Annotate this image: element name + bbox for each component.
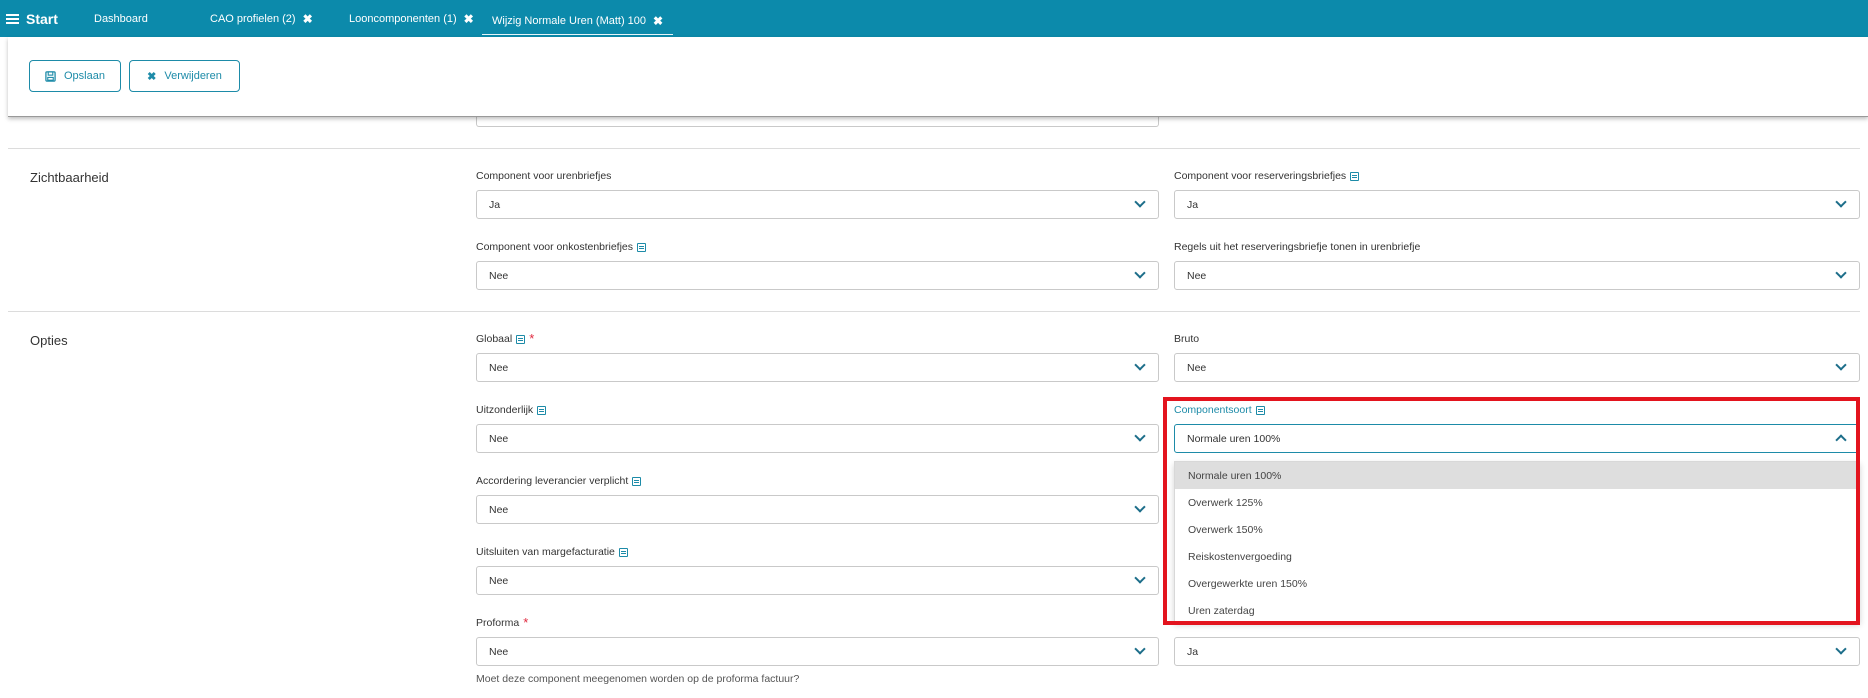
chevron-up-icon xyxy=(1835,434,1847,446)
chevron-down-icon xyxy=(1835,643,1847,655)
save-icon xyxy=(45,70,56,82)
select-value: Ja xyxy=(489,198,501,211)
select-value: Nee xyxy=(489,269,509,282)
select-value: Nee xyxy=(489,361,509,374)
dropdown-option[interactable]: Reiskostenvergoeding xyxy=(1175,543,1859,570)
dropdown-option[interactable]: Normale uren 100% xyxy=(1175,462,1859,489)
chevron-down-icon xyxy=(1134,267,1146,279)
start-label: Start xyxy=(26,10,58,27)
select-value: Nee xyxy=(489,574,509,587)
dropdown-option[interactable]: Overwerk 150% xyxy=(1175,516,1859,543)
select-value: Nee xyxy=(489,645,509,658)
top-navigation-bar: Start Dashboard CAO profielen (2) ✖ Loon… xyxy=(0,0,1868,37)
label-component-onkostenbriefjes: Component voor onkostenbriefjes xyxy=(476,241,647,253)
section-divider xyxy=(8,148,1860,149)
book-icon[interactable] xyxy=(537,405,547,415)
select-value: Ja xyxy=(1187,645,1199,658)
dropdown-option[interactable]: Overgewerkte uren 150% xyxy=(1175,570,1859,597)
tab-label: Wijzig Normale Uren (Matt) 100 xyxy=(492,14,647,27)
select-value: Ja xyxy=(1187,198,1199,211)
save-button[interactable]: Opslaan xyxy=(29,60,121,92)
label-uitsluiten-margefacturatie: Uitsluiten van margefacturatie xyxy=(476,546,628,558)
book-icon[interactable] xyxy=(1350,171,1360,181)
book-icon[interactable] xyxy=(1255,405,1265,415)
label-component-reserveringsbriefjes: Component voor reserveringsbriefjes xyxy=(1174,170,1360,182)
select-value: Normale uren 100% xyxy=(1187,432,1281,445)
tab-dashboard[interactable]: Dashboard xyxy=(82,0,198,37)
label-proforma: Proforma * xyxy=(476,615,529,630)
tab-cao-profielen[interactable]: CAO profielen (2) ✖ xyxy=(198,0,337,37)
chevron-down-icon xyxy=(1134,430,1146,442)
select-value: Nee xyxy=(1187,269,1207,282)
select-bruto[interactable]: Nee xyxy=(1174,353,1860,382)
label-regels-tonen: Regels uit het reserveringsbriefje tonen… xyxy=(1174,241,1421,253)
proforma-help-text: Moet deze component meegenomen worden op… xyxy=(476,673,800,685)
select-component-urenbriefjes[interactable]: Ja xyxy=(476,190,1159,219)
select-value: Nee xyxy=(489,503,509,516)
chevron-down-icon xyxy=(1134,196,1146,208)
book-icon[interactable] xyxy=(618,547,628,557)
label-accordering-leverancier: Accordering leverancier verplicht xyxy=(476,475,642,487)
start-menu-button[interactable]: Start xyxy=(0,0,82,37)
chevron-down-icon xyxy=(1134,643,1146,655)
chevron-down-icon xyxy=(1835,267,1847,279)
tab-label: Dashboard xyxy=(94,12,148,25)
section-title-zichtbaarheid: Zichtbaarheid xyxy=(30,170,109,185)
select-value: Nee xyxy=(489,432,509,445)
section-title-opties: Opties xyxy=(30,333,68,348)
dropdown-option[interactable]: Uren zaterdag xyxy=(1175,597,1859,621)
book-icon[interactable] xyxy=(632,476,642,486)
label-globaal: Globaal * xyxy=(476,331,535,346)
select-accordering-leverancier[interactable]: Nee xyxy=(476,495,1159,524)
chevron-down-icon xyxy=(1134,501,1146,513)
action-toolbar: Opslaan ✖ Verwijderen xyxy=(8,37,1868,117)
tab-wijzig-normale-uren[interactable]: Wijzig Normale Uren (Matt) 100 ✖ xyxy=(482,0,674,37)
select-proforma[interactable]: Nee xyxy=(476,637,1159,666)
select-componentsoort[interactable]: Normale uren 100% xyxy=(1174,424,1860,453)
select-component-reserveringsbriefjes[interactable]: Ja xyxy=(1174,190,1860,219)
select-uitsluiten-margefacturatie[interactable]: Nee xyxy=(476,566,1159,595)
close-icon[interactable]: ✖ xyxy=(464,12,474,26)
label-componentsoort: Componentsoort xyxy=(1174,404,1265,416)
tab-looncomponenten[interactable]: Looncomponenten (1) ✖ xyxy=(337,0,482,37)
required-asterisk: * xyxy=(523,615,529,630)
select-value: Nee xyxy=(1187,361,1207,374)
section-divider xyxy=(8,311,1860,312)
book-icon[interactable] xyxy=(637,242,647,252)
componentsoort-dropdown-list: Normale uren 100% Overwerk 125% Overwerk… xyxy=(1174,461,1860,622)
chevron-down-icon xyxy=(1835,196,1847,208)
close-icon[interactable]: ✖ xyxy=(653,14,663,28)
required-asterisk: * xyxy=(529,331,535,346)
close-icon[interactable]: ✖ xyxy=(303,12,313,26)
label-component-urenbriefjes: Component voor urenbriefjes xyxy=(476,170,612,182)
chevron-down-icon xyxy=(1134,359,1146,371)
delete-label: Verwijderen xyxy=(164,70,222,82)
select-regels-tonen[interactable]: Nee xyxy=(1174,261,1860,290)
close-icon: ✖ xyxy=(147,70,157,83)
book-icon[interactable] xyxy=(516,334,526,344)
label-bruto: Bruto xyxy=(1174,333,1200,345)
select-uitzonderlijk[interactable]: Nee xyxy=(476,424,1159,453)
tab-label: Looncomponenten (1) xyxy=(349,12,457,25)
delete-button[interactable]: ✖ Verwijderen xyxy=(129,60,240,92)
chevron-down-icon xyxy=(1835,359,1847,371)
label-uitzonderlijk: Uitzonderlijk xyxy=(476,404,547,416)
select-hidden-right[interactable]: Ja xyxy=(1174,637,1860,666)
chevron-down-icon xyxy=(1134,572,1146,584)
select-component-onkostenbriefjes[interactable]: Nee xyxy=(476,261,1159,290)
save-label: Opslaan xyxy=(64,70,105,82)
hamburger-menu-icon xyxy=(6,13,19,24)
form-content: Zichtbaarheid Component voor urenbriefje… xyxy=(8,107,1868,698)
tab-label: CAO profielen (2) xyxy=(210,12,296,25)
select-globaal[interactable]: Nee xyxy=(476,353,1159,382)
dropdown-option[interactable]: Overwerk 125% xyxy=(1175,489,1859,516)
